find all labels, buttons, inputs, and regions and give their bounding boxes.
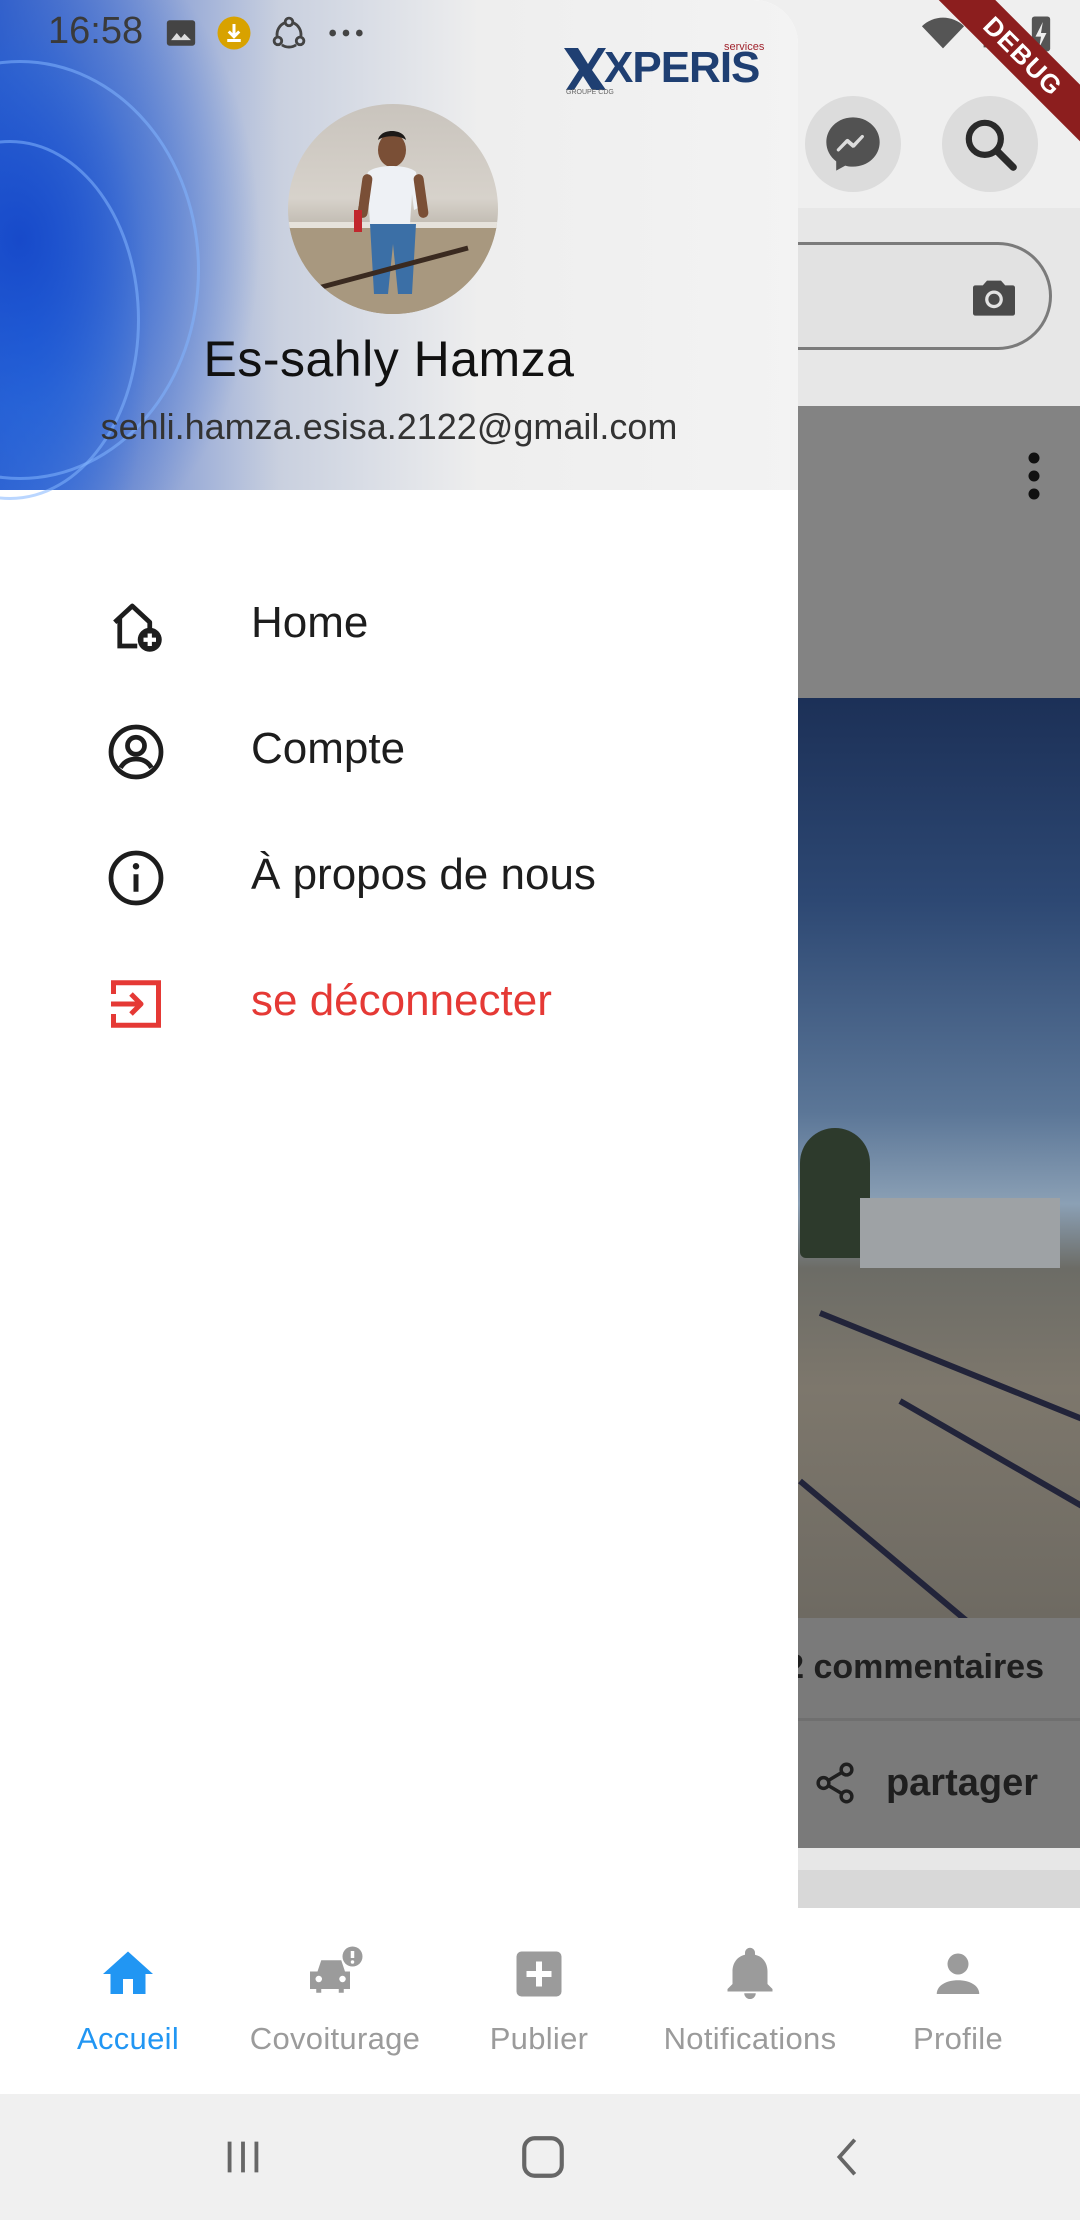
logo-group: GROUPE CDG [566,89,614,96]
building-shape [860,1198,1060,1268]
comments-count[interactable]: 2 commentaires [785,1648,1044,1687]
drawer-header: 16:58 XPERIS services GROUPE CDG Es-sahl… [0,0,798,500]
bottom-navigation: Accueil Covoiturage Publier Notification… [0,1908,1080,2094]
menu-item-compte[interactable]: Compte [0,686,798,812]
status-time: 16:58 [48,10,144,52]
menu-item-home[interactable]: Home [0,560,798,686]
navigation-drawer: 16:58 XPERIS services GROUPE CDG Es-sahl… [0,0,798,1908]
account-circle-icon [108,724,164,780]
share-button[interactable]: partager [812,1760,1038,1806]
info-icon [108,850,164,906]
home-button-icon[interactable] [518,2132,568,2182]
nav-item-accueil[interactable]: Accueil [23,1944,233,2057]
status-left-icons [164,14,366,52]
logout-icon [111,980,161,1028]
menu-item-a-propos[interactable]: À propos de nous [0,812,798,938]
nav-label: Notifications [663,2021,837,2056]
nav-label: Accueil [76,2021,180,2056]
menu-label: À propos de nous [251,850,596,899]
more-vert-icon[interactable] [1024,450,1044,502]
add-box-icon [516,1951,562,1997]
avatar[interactable] [288,104,498,314]
user-email: sehli.hamza.esisa.2122@gmail.com [100,406,678,447]
system-navigation-bar [0,2094,1080,2220]
download-badge-icon [217,16,251,50]
messenger-icon [826,117,880,171]
drawer-menu: Home Compte À propos de nous se déconnec… [0,560,798,1064]
nav-label: Covoiturage [249,2021,421,2056]
bell-icon [727,1947,773,1999]
user-name: Es-sahly Hamza [203,331,575,387]
menu-label: Home [251,598,369,647]
sync-icon [272,16,306,49]
home-add-icon [113,603,162,652]
avatar-photo [288,131,498,314]
recent-apps-icon[interactable] [220,2134,266,2180]
share-icon [816,1762,854,1804]
share-label: partager [885,1761,1038,1804]
menu-label: se déconnecter [251,976,552,1025]
nav-label: Profile [913,2021,1003,2056]
nav-item-publier[interactable]: Publier [434,1944,644,2057]
nav-label: Publier [489,2021,589,2056]
nav-item-notifications[interactable]: Notifications [645,1944,855,2057]
car-alert-icon [310,1946,363,1993]
menu-label: Compte [251,724,406,773]
search-button[interactable] [942,96,1038,192]
messenger-button[interactable] [805,96,901,192]
camera-icon [973,280,1015,316]
home-icon [103,1951,153,1994]
menu-item-logout[interactable]: se déconnecter [0,938,798,1064]
gallery-icon [166,20,196,46]
search-icon [965,119,1017,171]
ground-line [898,1398,1080,1514]
nav-item-covoiturage[interactable]: Covoiturage [230,1944,440,2057]
person-icon [936,1953,980,1994]
xperis-logo: XPERIS services GROUPE CDG [564,41,765,96]
more-horiz-icon [329,29,363,37]
ground-line [818,1310,1080,1436]
logo-services: services [724,41,765,53]
nav-item-profile[interactable]: Profile [853,1944,1063,2057]
back-icon[interactable] [826,2132,872,2182]
